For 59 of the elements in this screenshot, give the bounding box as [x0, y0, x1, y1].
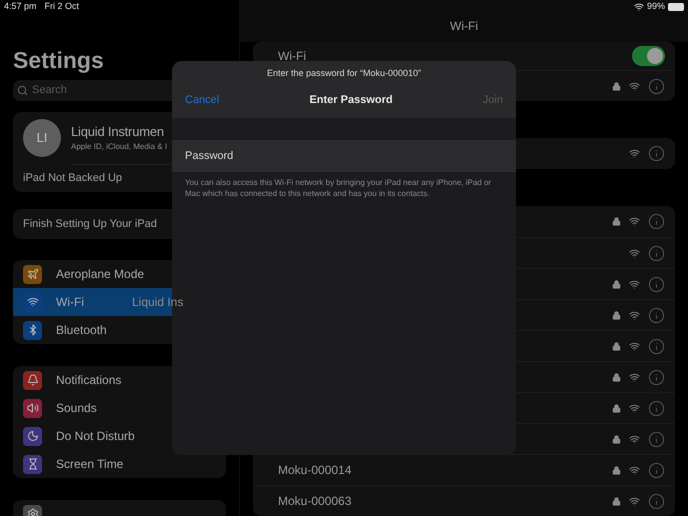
avatar: LI — [23, 119, 61, 157]
wifi-toggle[interactable] — [632, 46, 665, 66]
lock-icon — [612, 217, 621, 226]
info-icon[interactable] — [648, 145, 665, 162]
info-icon[interactable] — [648, 338, 665, 354]
wifi-signal-icon — [629, 340, 640, 352]
lock-icon — [612, 372, 621, 382]
wifi-status-icon — [634, 2, 644, 12]
wifi-signal-icon — [629, 310, 640, 320]
network-row[interactable]: Moku-000063 — [253, 485, 675, 516]
info-icon[interactable] — [648, 78, 665, 94]
wifi-label: Wi-Fi — [278, 48, 306, 65]
wifi-signal-icon — [629, 402, 640, 414]
wifi-signal-icon — [629, 496, 640, 506]
sidebar-item[interactable]: Screen Time — [13, 450, 226, 478]
info-icon[interactable] — [648, 400, 665, 416]
info-icon[interactable] — [648, 244, 665, 262]
backup-status: iPad Not Backed Up — [23, 171, 122, 186]
status-time: 4:57 pm — [4, 0, 37, 13]
settings-title: Settings — [13, 46, 105, 75]
status-date: Fri 2 Oct — [44, 0, 80, 13]
account-name: Liquid Instrumen — [71, 123, 165, 141]
search-icon — [17, 85, 28, 96]
dialog-title: Enter Password — [309, 92, 393, 108]
lock-icon — [612, 342, 621, 350]
wifi-signal-icon — [629, 148, 640, 159]
info-icon[interactable] — [648, 430, 665, 448]
network-name: Moku-000063 — [278, 493, 352, 510]
info-icon[interactable] — [648, 213, 665, 230]
info-icon[interactable] — [648, 368, 665, 386]
info-icon[interactable] — [648, 492, 665, 510]
sidebar-item[interactable]: Bluetooth — [13, 316, 226, 344]
wifi-signal-icon — [629, 216, 640, 227]
wifi-signal-icon — [629, 278, 640, 290]
wifi-signal-icon — [629, 464, 640, 476]
lock-icon — [612, 434, 621, 444]
network-name: Moku-000014 — [278, 462, 352, 479]
wifi-signal-icon — [629, 372, 640, 382]
battery-percentage: 99% — [646, 0, 665, 13]
sidebar-item[interactable]: Notifications — [13, 366, 226, 394]
password-field[interactable]: Password — [172, 140, 516, 172]
page-title: Wi-Fi — [450, 18, 478, 35]
info-icon[interactable] — [648, 306, 665, 324]
wifi-signal-icon — [629, 434, 640, 444]
sidebar-item[interactable]: Do Not Disturb — [13, 422, 226, 450]
account-subtitle: Apple ID, iCloud, Media & I — [71, 141, 168, 153]
dialog-prompt: Enter the password for “Moku-000010” — [266, 67, 422, 80]
lock-icon — [612, 496, 621, 506]
lock-icon — [612, 310, 621, 320]
info-icon[interactable] — [648, 462, 665, 478]
lock-icon — [612, 404, 621, 412]
wifi-signal-icon — [629, 248, 640, 258]
lock-icon — [612, 280, 621, 288]
wifi-signal-icon — [629, 80, 640, 92]
sidebar-item[interactable]: Aeroplane Mode — [13, 260, 226, 288]
info-icon[interactable] — [648, 276, 665, 292]
lock-icon — [612, 82, 621, 90]
lock-icon — [612, 466, 621, 474]
sidebar-item[interactable]: Sounds — [13, 394, 226, 422]
